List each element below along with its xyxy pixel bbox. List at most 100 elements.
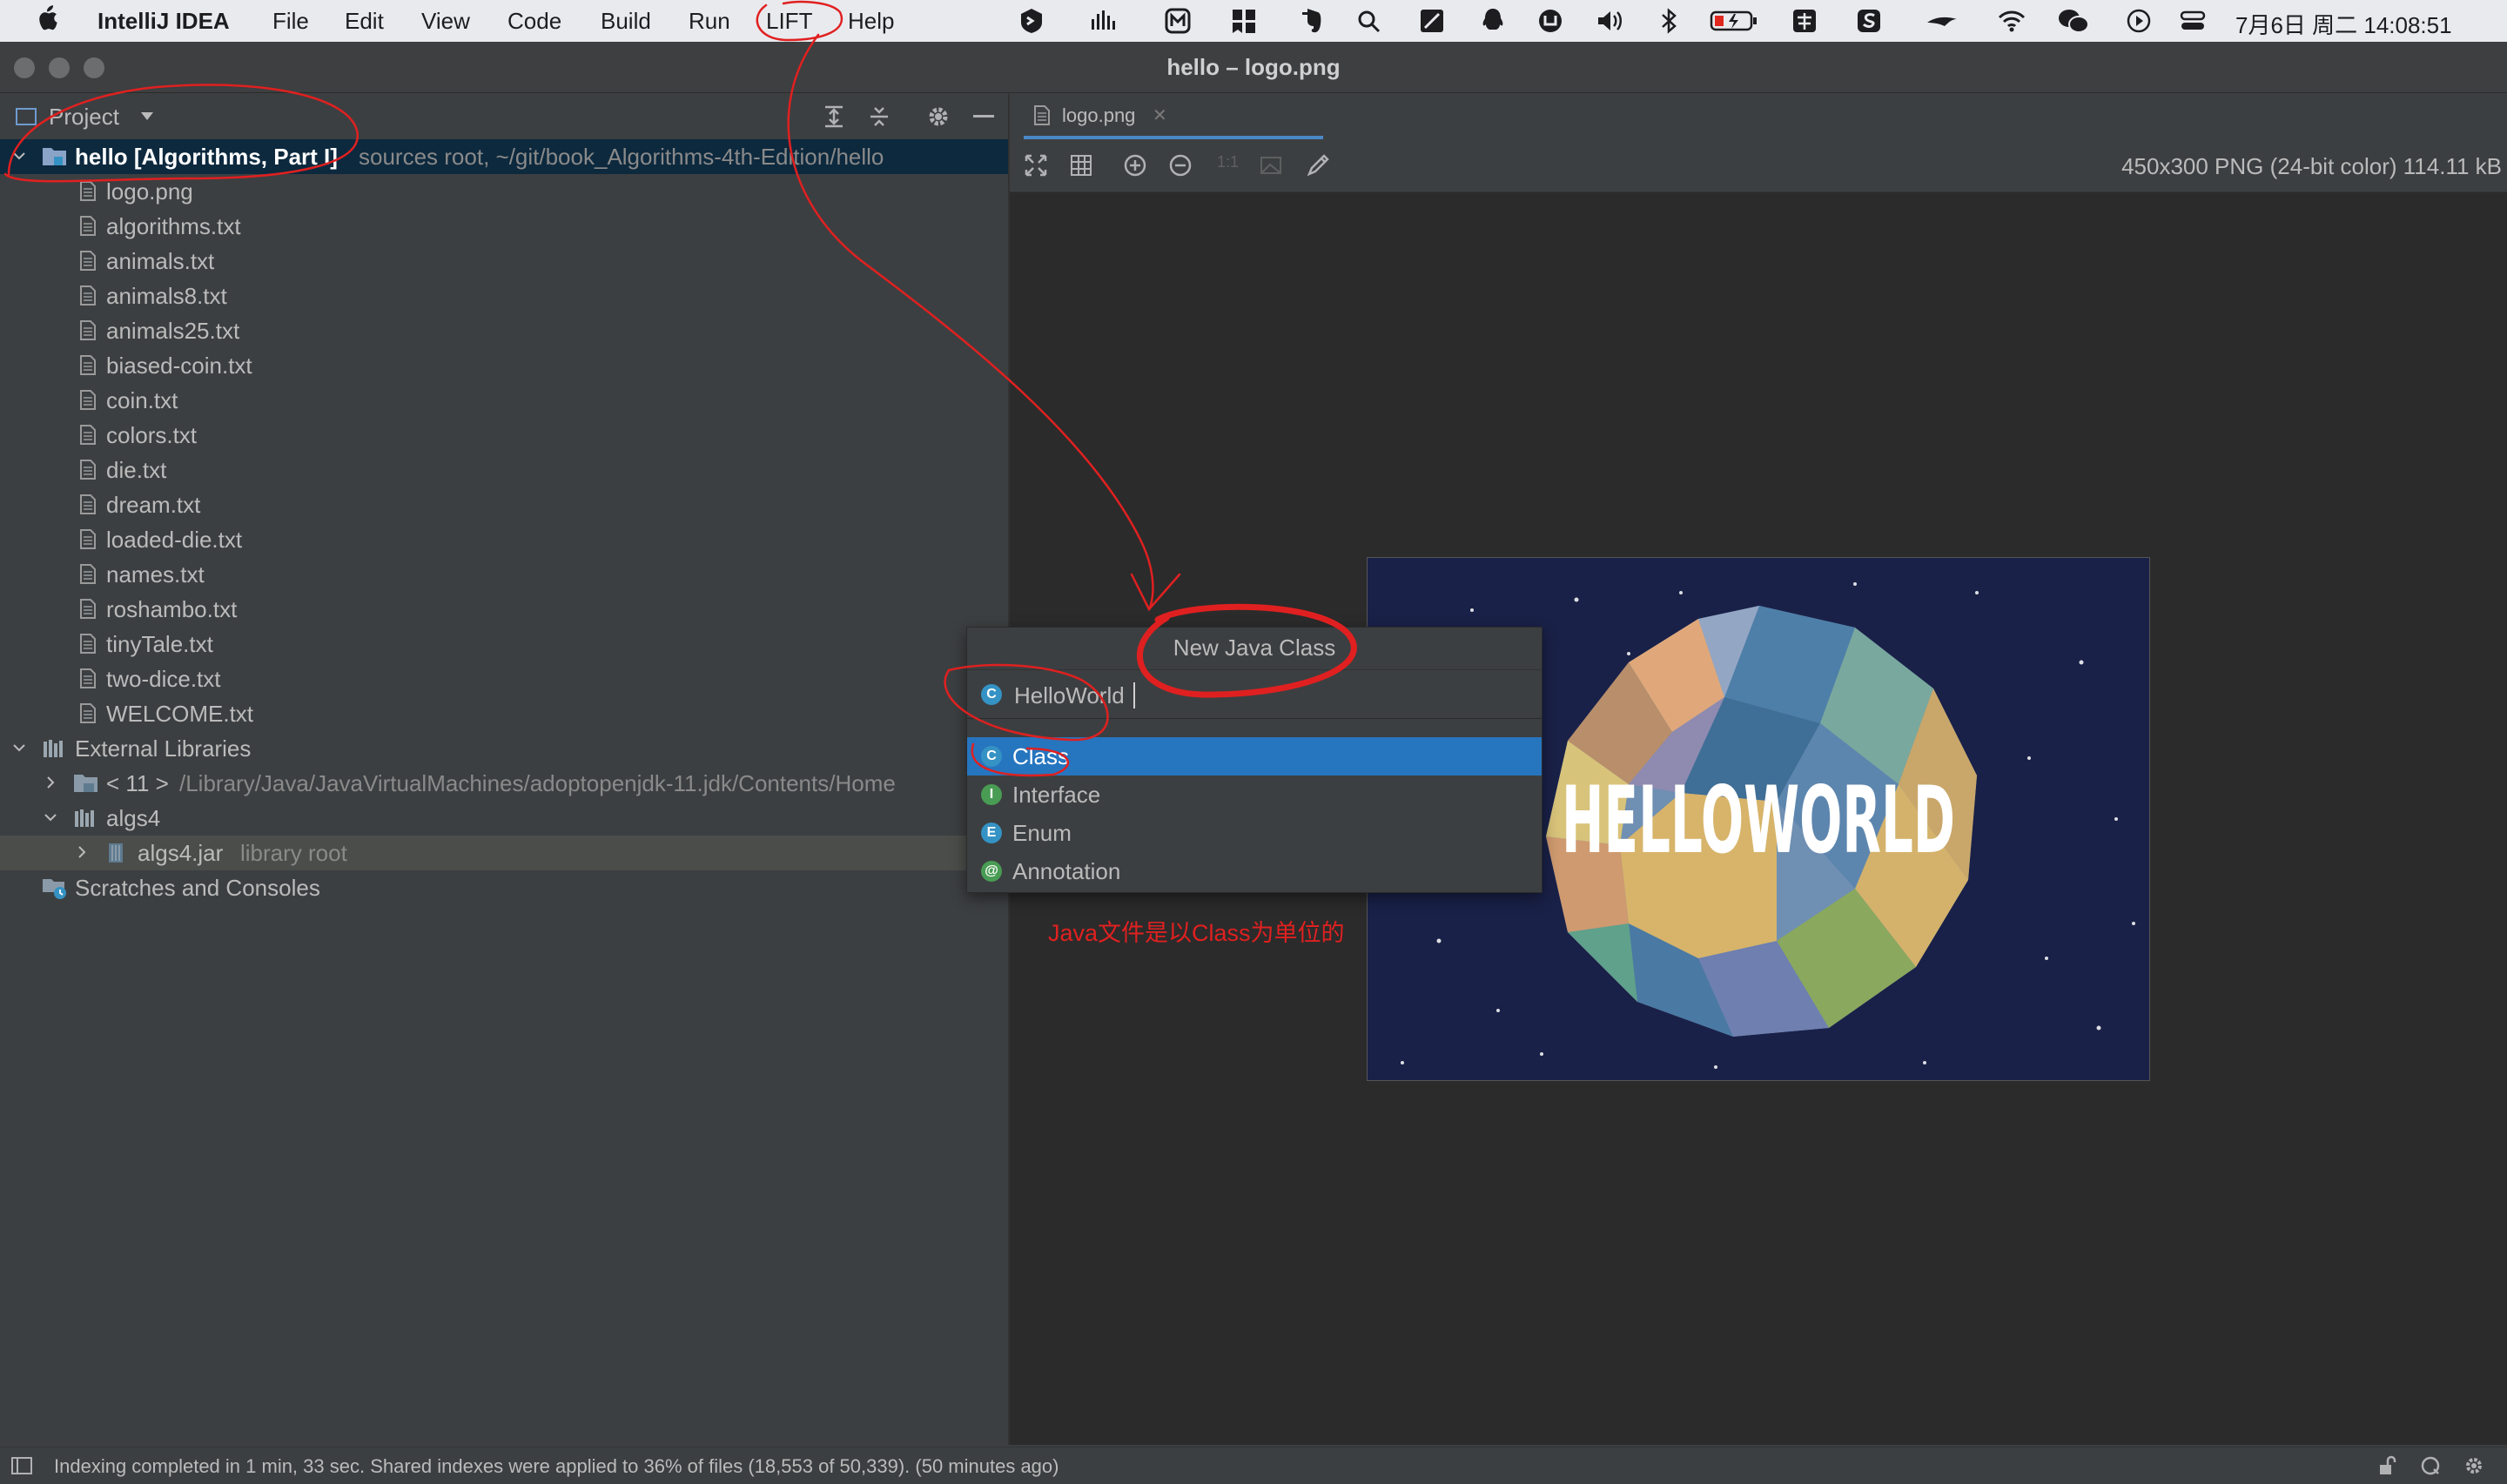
- fit-zoom-icon[interactable]: [1024, 153, 1048, 178]
- scratches-label: Scratches and Consoles: [75, 875, 320, 901]
- image-file-icon: [1034, 105, 1050, 125]
- file-icon: [80, 425, 96, 445]
- collapse-all-icon[interactable]: [867, 104, 891, 129]
- kind-label: Annotation: [1012, 858, 1121, 884]
- project-panel-header: Project: [0, 94, 1010, 140]
- library-icon: [42, 738, 66, 758]
- menu-build[interactable]: Build: [601, 8, 651, 35]
- tree-file[interactable]: two-dice.txt: [0, 661, 1010, 696]
- tree-file[interactable]: die.txt: [0, 453, 1010, 487]
- menu-help[interactable]: Help: [848, 8, 894, 35]
- control-center-icon[interactable]: [2178, 7, 2208, 35]
- annotation-icon: @: [981, 861, 1002, 882]
- menu-edit[interactable]: Edit: [345, 8, 384, 35]
- bluetooth-icon[interactable]: [1654, 7, 1684, 35]
- tree-file[interactable]: animals.txt: [0, 244, 1010, 279]
- color-picker-icon[interactable]: [1306, 153, 1330, 178]
- kind-annotation-item[interactable]: @ Annotation: [967, 852, 1542, 890]
- battery-icon[interactable]: [1710, 7, 1758, 35]
- tree-file[interactable]: WELCOME.txt: [0, 696, 1010, 731]
- clipboard-icon[interactable]: [1536, 7, 1565, 35]
- event-log-icon[interactable]: [2420, 1455, 2441, 1476]
- tree-scratches[interactable]: Scratches and Consoles: [0, 870, 1010, 905]
- tree-file[interactable]: roshambo.txt: [0, 592, 1010, 627]
- shark-icon[interactable]: [1926, 7, 1960, 35]
- tree-file[interactable]: animals8.txt: [0, 279, 1010, 313]
- file-icon: [80, 285, 96, 306]
- tree-jdk[interactable]: < 11 > /Library/Java/JavaVirtualMachines…: [0, 766, 1010, 801]
- app-m-icon[interactable]: [1163, 7, 1193, 35]
- vpn-shield-icon[interactable]: [1017, 7, 1046, 35]
- menu-file[interactable]: File: [272, 8, 309, 35]
- tree-file[interactable]: names.txt: [0, 557, 1010, 592]
- file-label: colors.txt: [106, 422, 198, 448]
- tree-file[interactable]: coin.txt: [0, 383, 1010, 418]
- lock-icon[interactable]: [2376, 1455, 2397, 1476]
- file-icon: [80, 599, 96, 619]
- wechat-icon[interactable]: [2056, 7, 2091, 35]
- chevron-down-icon[interactable]: [12, 741, 26, 755]
- expand-all-icon[interactable]: [822, 104, 846, 129]
- hide-panel-icon[interactable]: [973, 115, 994, 118]
- project-view-selector[interactable]: Project: [49, 104, 119, 131]
- menu-code[interactable]: Code: [507, 8, 561, 35]
- tree-root-hello[interactable]: hello [Algorithms, Part I] sources root,…: [0, 139, 1010, 174]
- zoom-out-icon[interactable]: [1168, 153, 1193, 178]
- input-method-icon[interactable]: [1790, 7, 1819, 35]
- bookmark-grid-icon[interactable]: [1229, 7, 1259, 35]
- tree-file[interactable]: loaded-die.txt: [0, 522, 1010, 557]
- qq-icon[interactable]: [1478, 7, 1508, 35]
- clock[interactable]: 7月6日 周二 14:08:51: [2235, 8, 2452, 40]
- actual-size-icon[interactable]: 1:1: [1217, 153, 1239, 171]
- kind-interface-item[interactable]: I Interface: [967, 776, 1542, 814]
- background-toggle-icon[interactable]: [1259, 153, 1283, 178]
- chevron-down-icon[interactable]: [44, 810, 57, 824]
- class-name-field[interactable]: C HelloWorld: [967, 671, 1542, 719]
- gear-icon[interactable]: [926, 104, 951, 129]
- close-tab-icon[interactable]: ✕: [1153, 104, 1167, 126]
- kind-class-item[interactable]: C Class: [967, 737, 1542, 776]
- tree-external-libraries[interactable]: External Libraries: [0, 731, 1010, 766]
- app-name[interactable]: IntelliJ IDEA: [97, 8, 230, 35]
- sogou-icon[interactable]: [1854, 7, 1884, 35]
- tab-logo-png[interactable]: logo.png ✕: [1024, 94, 1323, 139]
- tree-algs4-jar[interactable]: algs4.jar library root: [0, 836, 1010, 870]
- tree-algs4[interactable]: algs4: [0, 801, 1010, 836]
- volume-icon[interactable]: [1595, 7, 1624, 35]
- tree-file[interactable]: biased-coin.txt: [0, 348, 1010, 383]
- chevron-right-icon[interactable]: [75, 845, 89, 859]
- apple-icon[interactable]: [35, 4, 59, 34]
- status-text[interactable]: Indexing completed in 1 min, 33 sec. Sha…: [54, 1455, 1059, 1478]
- file-label: tinyTale.txt: [106, 631, 213, 657]
- file-label: roshambo.txt: [106, 596, 238, 622]
- wifi-icon[interactable]: [1997, 7, 2026, 35]
- audio-bars-icon[interactable]: [1088, 7, 1118, 35]
- tree-file[interactable]: dream.txt: [0, 487, 1010, 522]
- chevron-down-icon[interactable]: [12, 149, 26, 163]
- evernote-icon[interactable]: [1295, 7, 1325, 35]
- menu-lift[interactable]: LIFT: [766, 8, 812, 35]
- search-icon[interactable]: [1354, 7, 1384, 35]
- chevron-right-icon[interactable]: [44, 776, 57, 789]
- tree-file[interactable]: algorithms.txt: [0, 209, 1010, 244]
- chevron-down-icon[interactable]: [139, 110, 155, 122]
- menu-view[interactable]: View: [421, 8, 470, 35]
- grid-icon[interactable]: [1069, 153, 1093, 178]
- project-tree: hello [Algorithms, Part I] sources root,…: [0, 139, 1010, 1445]
- settings-gear-icon[interactable]: [2463, 1455, 2484, 1476]
- file-label: biased-coin.txt: [106, 353, 252, 379]
- menu-run[interactable]: Run: [689, 8, 730, 35]
- tool-windows-icon[interactable]: [10, 1456, 33, 1475]
- tree-file[interactable]: logo.png: [0, 174, 1010, 209]
- class-name-value[interactable]: HelloWorld: [1014, 682, 1125, 709]
- file-label: names.txt: [106, 561, 205, 588]
- file-icon: [80, 320, 96, 340]
- tree-file[interactable]: animals25.txt: [0, 313, 1010, 348]
- kind-enum-item[interactable]: E Enum: [967, 814, 1542, 852]
- tree-file[interactable]: colors.txt: [0, 418, 1010, 453]
- file-label: two-dice.txt: [106, 666, 221, 692]
- tree-file[interactable]: tinyTale.txt: [0, 627, 1010, 661]
- screen-capture-icon[interactable]: [1417, 7, 1447, 35]
- play-icon[interactable]: [2124, 7, 2154, 35]
- zoom-in-icon[interactable]: [1123, 153, 1147, 178]
